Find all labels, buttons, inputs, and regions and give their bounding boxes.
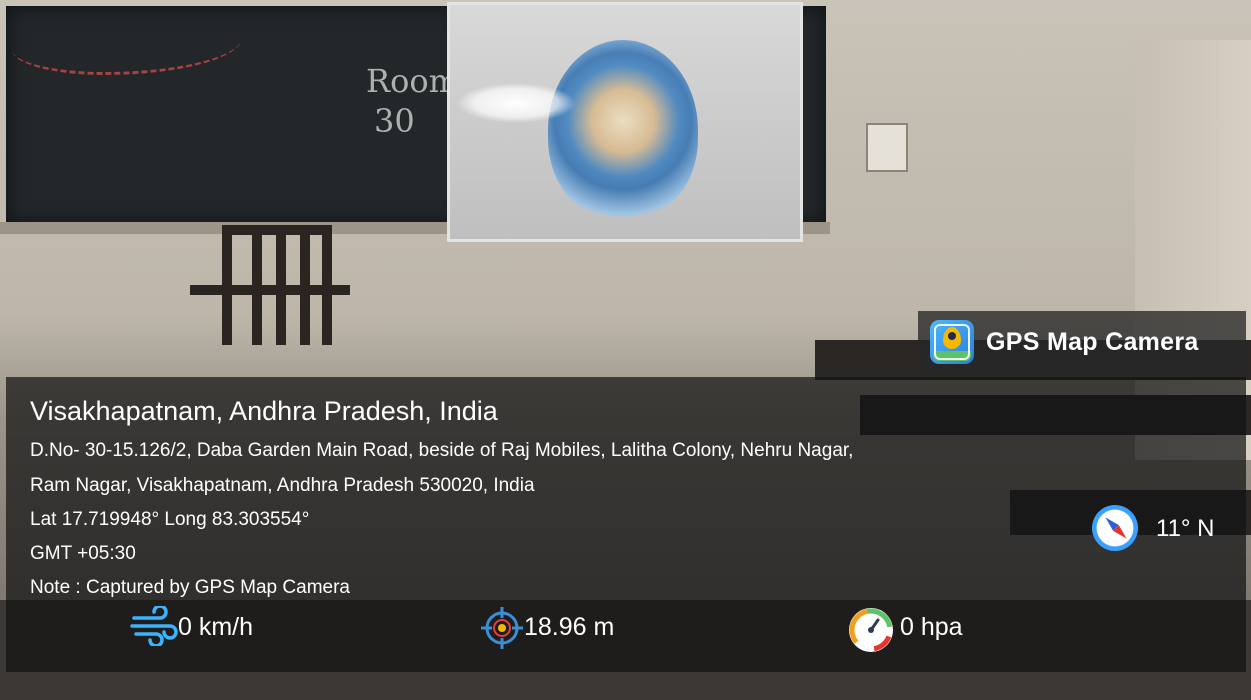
wall-socket: [866, 123, 908, 172]
projector-screen: [447, 2, 803, 242]
chair: [190, 225, 350, 395]
address-line-1: D.No- 30-15.126/2, Daba Garden Main Road…: [30, 440, 854, 461]
gps-map-camera-app-icon: [930, 320, 974, 364]
compass-icon: [1092, 505, 1138, 551]
blackboard-writing: Room 30: [366, 61, 459, 141]
coordinates: Lat 17.719948° Long 83.303554°: [30, 509, 310, 530]
target-icon: [481, 607, 523, 649]
board-text-number: 30: [374, 102, 415, 140]
wind-icon: [130, 606, 178, 646]
location-title: Visakhapatnam, Andhra Pradesh, India: [30, 396, 498, 426]
projected-emblem: [548, 40, 698, 220]
projected-cloud: [456, 83, 576, 123]
location-info-panel: Visakhapatnam, Andhra Pradesh, India D.N…: [6, 377, 1246, 672]
altitude: 18.96 m: [524, 613, 615, 641]
timezone: GMT +05:30: [30, 543, 136, 564]
address-line-2: Ram Nagar, Visakhapatnam, Andhra Pradesh…: [30, 475, 535, 496]
gauge-icon: [849, 608, 893, 652]
board-text-room: Room: [366, 62, 459, 100]
pressure: 0 hpa: [900, 613, 963, 641]
wind-speed: 0 km/h: [178, 613, 254, 641]
capture-note: Note : Captured by GPS Map Camera: [30, 577, 350, 598]
app-icon-pin: [943, 327, 961, 349]
chair-arm: [190, 285, 350, 295]
garland-decoration: [12, 12, 242, 75]
compass-needle-south: [1113, 525, 1130, 542]
app-badge-label: GPS Map Camera: [986, 328, 1199, 356]
compass-heading: 11° N: [1156, 515, 1215, 542]
app-badge: GPS Map Camera: [918, 311, 1246, 375]
